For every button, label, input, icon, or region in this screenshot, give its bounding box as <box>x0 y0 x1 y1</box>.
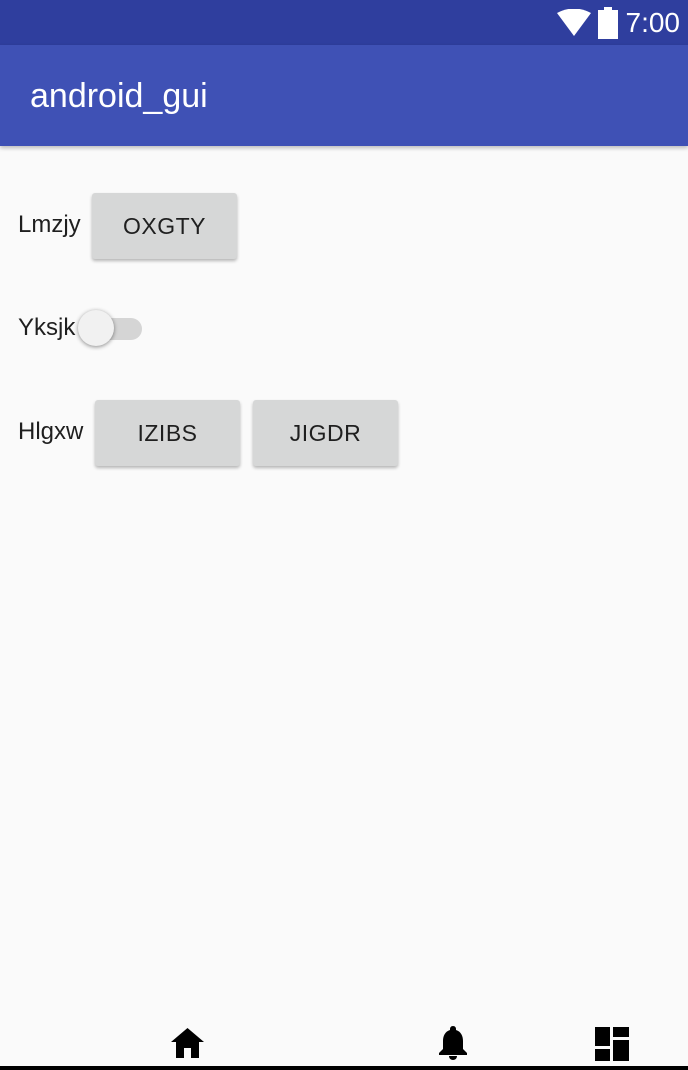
app-title: android_gui <box>30 77 208 115</box>
dashboard-icon[interactable] <box>595 1027 629 1061</box>
battery-icon <box>597 6 618 39</box>
status-bar: 7:00 <box>0 0 688 45</box>
status-time: 7:00 <box>625 7 681 38</box>
bottom-nav <box>0 1015 688 1070</box>
yksjk-switch[interactable] <box>78 309 144 349</box>
status-icons: 7:00 <box>556 0 681 45</box>
row-label-yksjk: Yksjk <box>18 314 76 341</box>
bell-icon[interactable] <box>438 1025 468 1061</box>
nav-bar-line <box>0 1066 688 1070</box>
home-icon[interactable] <box>170 1027 205 1059</box>
switch-thumb <box>78 310 114 346</box>
jigdr-button[interactable]: JIGDR <box>253 400 398 466</box>
app-bar: android_gui <box>0 45 688 146</box>
oxgty-button[interactable]: OXGTY <box>92 193 237 259</box>
row-label-lmzjy: Lmzjy <box>18 211 81 238</box>
row-label-hlgxw: Hlgxw <box>18 418 84 445</box>
izibs-button[interactable]: IZIBS <box>95 400 240 466</box>
wifi-icon <box>556 8 591 36</box>
